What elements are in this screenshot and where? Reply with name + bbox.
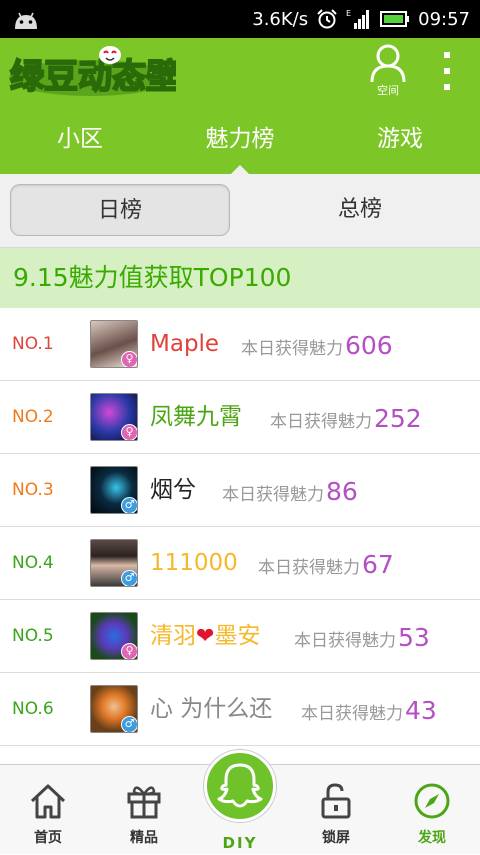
diy-button[interactable]: DIY bbox=[204, 750, 276, 852]
leaderboard-row[interactable]: NO.1 ♀ Maple 本日获得魅力606 bbox=[0, 308, 480, 381]
male-icon: ♂ bbox=[121, 570, 137, 586]
nav-featured-label: 精品 bbox=[130, 830, 158, 846]
nav-lockscreen[interactable]: 锁屏 bbox=[288, 765, 384, 855]
charm-info: 本日获得魅力606 bbox=[241, 308, 393, 387]
avatar[interactable]: ♀ bbox=[90, 612, 138, 660]
leaderboard-row[interactable]: NO.5 ♀ 清羽❤墨安 本日获得魅力53 bbox=[0, 600, 480, 673]
username: 111000 bbox=[150, 550, 238, 576]
battery-icon bbox=[380, 11, 410, 27]
charm-value: 86 bbox=[326, 477, 358, 506]
nav-featured[interactable]: 精品 bbox=[96, 765, 192, 855]
gift-icon bbox=[127, 786, 161, 819]
female-icon: ♀ bbox=[121, 351, 137, 367]
signal-icon: E bbox=[346, 9, 370, 29]
ranking-banner: 9.15魅力值获取TOP100 bbox=[0, 248, 480, 308]
username-part: 清羽 bbox=[150, 623, 196, 649]
rank-label: NO.2 bbox=[12, 407, 54, 427]
ranking-period-selector: 日榜 总榜 bbox=[0, 174, 480, 248]
top-tabs: 小区 魅力榜 游戏 bbox=[0, 104, 480, 174]
more-options-icon[interactable] bbox=[430, 46, 464, 96]
rank-label: NO.1 bbox=[12, 334, 54, 354]
total-ranking-button[interactable]: 总榜 bbox=[250, 184, 470, 236]
avatar[interactable]: ♂ bbox=[90, 539, 138, 587]
username: 烟兮 bbox=[150, 477, 196, 503]
female-icon: ♀ bbox=[121, 424, 137, 440]
rank-label: NO.3 bbox=[12, 480, 54, 500]
charm-value: 53 bbox=[398, 623, 430, 652]
svg-text:E: E bbox=[346, 9, 351, 18]
network-speed: 3.6K/s bbox=[252, 8, 309, 30]
charm-label: 本日获得魅力 bbox=[241, 339, 343, 359]
charm-info: 本日获得魅力43 bbox=[301, 673, 437, 752]
charm-label: 本日获得魅力 bbox=[270, 412, 372, 432]
nav-discover-label: 发现 bbox=[418, 830, 446, 846]
nav-discover[interactable]: 发现 bbox=[384, 765, 480, 855]
charm-value: 43 bbox=[405, 696, 437, 725]
app-bar: 绿豆动态壁纸 空间 bbox=[0, 38, 480, 104]
charm-label: 本日获得魅力 bbox=[258, 558, 360, 578]
charm-label: 本日获得魅力 bbox=[301, 704, 403, 724]
username-part: 墨安 bbox=[214, 623, 261, 649]
diy-label: DIY bbox=[222, 834, 258, 852]
username: Maple bbox=[150, 331, 220, 357]
rank-label: NO.5 bbox=[12, 626, 54, 646]
tab-charm-ranking[interactable]: 魅力榜 bbox=[160, 104, 320, 174]
charm-info: 本日获得魅力86 bbox=[222, 454, 358, 533]
username: 清羽❤墨安 bbox=[150, 600, 260, 673]
avatar[interactable]: ♂ bbox=[90, 685, 138, 733]
charm-label: 本日获得魅力 bbox=[222, 485, 324, 505]
username: 凤舞九霄 bbox=[150, 404, 242, 430]
user-icon bbox=[370, 44, 406, 83]
diy-circle bbox=[204, 750, 276, 822]
leaderboard-row[interactable]: NO.3 ♂ 烟兮 本日获得魅力86 bbox=[0, 454, 480, 527]
tab-games[interactable]: 游戏 bbox=[320, 104, 480, 174]
avatar[interactable]: ♂ bbox=[90, 466, 138, 514]
charm-value: 606 bbox=[345, 331, 393, 360]
male-icon: ♂ bbox=[121, 497, 137, 513]
female-icon: ♀ bbox=[121, 643, 137, 659]
charm-info: 本日获得魅力53 bbox=[294, 600, 430, 679]
heart-icon: ❤ bbox=[196, 624, 215, 649]
space-button[interactable]: 空间 bbox=[364, 42, 412, 102]
rank-label: NO.6 bbox=[12, 699, 54, 719]
leaderboard-row[interactable]: NO.6 ♂ 心 为什么还 本日获得魅力43 bbox=[0, 673, 480, 746]
nav-home-label: 首页 bbox=[34, 830, 62, 846]
daily-ranking-button[interactable]: 日榜 bbox=[10, 184, 230, 236]
charm-value: 252 bbox=[374, 404, 422, 433]
charm-info: 本日获得魅力67 bbox=[258, 527, 394, 606]
logo-text: 绿豆动态壁纸 bbox=[10, 57, 176, 97]
status-bar: 3.6K/s E 09:57 bbox=[0, 0, 480, 38]
charm-value: 67 bbox=[362, 550, 394, 579]
unlock-icon bbox=[321, 783, 351, 819]
username: 心 为什么还 bbox=[150, 696, 273, 722]
compass-icon bbox=[414, 783, 450, 819]
home-icon bbox=[30, 784, 66, 819]
nav-lockscreen-label: 锁屏 bbox=[322, 830, 350, 846]
leaderboard-list: NO.1 ♀ Maple 本日获得魅力606 NO.2 ♀ 凤舞九霄 本日获得魅… bbox=[0, 308, 480, 746]
clock: 09:57 bbox=[418, 8, 470, 30]
space-label: 空间 bbox=[377, 84, 399, 97]
tab-community[interactable]: 小区 bbox=[0, 104, 160, 174]
ghost-icon bbox=[217, 763, 263, 808]
rank-label: NO.4 bbox=[12, 553, 54, 573]
avatar[interactable]: ♀ bbox=[90, 393, 138, 441]
app-logo: 绿豆动态壁纸 bbox=[9, 46, 176, 98]
nav-home[interactable]: 首页 bbox=[0, 765, 96, 855]
charm-label: 本日获得魅力 bbox=[294, 631, 396, 651]
alarm-icon bbox=[317, 9, 337, 29]
male-icon: ♂ bbox=[121, 716, 137, 732]
android-icon bbox=[15, 12, 37, 29]
leaderboard-row[interactable]: NO.2 ♀ 凤舞九霄 本日获得魅力252 bbox=[0, 381, 480, 454]
charm-info: 本日获得魅力252 bbox=[270, 381, 422, 460]
leaderboard-row[interactable]: NO.4 ♂ 111000 本日获得魅力67 bbox=[0, 527, 480, 600]
avatar[interactable]: ♀ bbox=[90, 320, 138, 368]
